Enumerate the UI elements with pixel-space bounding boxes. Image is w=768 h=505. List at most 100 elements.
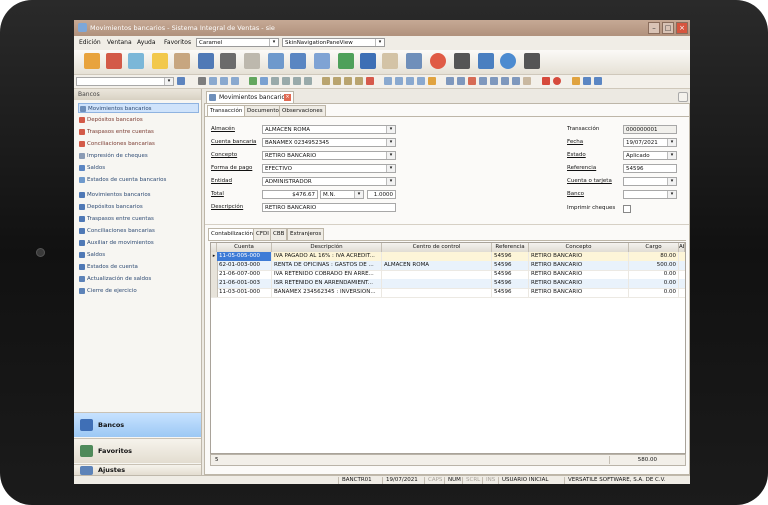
table-cell[interactable]: 54596 [492,270,529,279]
sort-icon[interactable] [457,77,465,85]
calculator-icon[interactable] [382,53,398,69]
column-header[interactable]: Concepto [529,243,629,252]
filter-icon[interactable] [446,77,454,85]
table-cell[interactable]: 11-05-005-000 [217,252,272,261]
copy2-icon[interactable] [406,77,414,85]
sidebar-item[interactable]: Movimientos bancarios [78,190,199,200]
refresh-small-icon[interactable] [220,77,228,85]
table-cell[interactable]: 54596 [492,279,529,288]
tab-extranjeros[interactable]: Extranjeros [287,228,325,240]
preview-icon[interactable] [333,77,341,85]
attach-icon[interactable] [512,77,520,85]
sidebar-item[interactable]: Traspasos entre cuentas [78,214,199,224]
sidebar-item[interactable]: Movimientos bancarios [78,103,199,113]
print-icon[interactable] [322,77,330,85]
payments-icon[interactable] [152,53,168,69]
skin-select[interactable]: SkinNavigationPaneView ▾ [282,38,385,47]
maximize-icon[interactable]: □ [662,22,674,34]
sidebar-item[interactable]: Saldos [78,163,199,173]
table-cell[interactable]: RENTA DE OFICINAS : GASTOS DE ... [272,261,382,270]
chart-icon[interactable] [490,77,498,85]
table-cell[interactable]: 11-03-001-000 [217,288,272,297]
nav-button-ajustes[interactable]: Ajustes [74,464,201,475]
balance-icon[interactable] [406,53,422,69]
menu-favoritos[interactable]: Favoritos [164,39,191,46]
cut2-icon[interactable] [395,77,403,85]
list-icon[interactable] [268,53,284,69]
power-icon[interactable] [553,77,561,85]
delete-icon[interactable] [366,77,374,85]
sidebar-item[interactable]: Traspasos entre cuentas [78,127,199,137]
undo-icon[interactable] [384,77,392,85]
column-header[interactable]: Centro de control [382,243,492,252]
group-icon[interactable] [594,77,602,85]
sidebar-item[interactable]: Cierre de ejercicio [78,286,199,296]
column-header[interactable]: Descripción [272,243,382,252]
table-cell[interactable]: 21-06-001-003 [217,279,272,288]
tools-icon[interactable] [478,53,494,69]
clock-icon[interactable] [430,53,446,69]
almacen-select[interactable]: ALMACEN ROMA ▾ [262,125,396,134]
sync-icon[interactable] [500,53,516,69]
note-icon[interactable] [501,77,509,85]
tab-contabilizacion[interactable]: Contabilización [208,228,256,240]
user-icon[interactable] [583,77,591,85]
cuenta-bancaria-select[interactable]: BANAMEX 0234952345 ▾ [262,138,396,147]
paste-icon[interactable] [304,77,312,85]
table-cell[interactable] [382,279,492,288]
table-cell[interactable]: ISR RETENIDO EN ARRENDAMIENT... [272,279,382,288]
table-cell[interactable]: IVA RETENIDO COBRADO EN ARRE... [272,270,382,279]
entidad-select[interactable]: ADMINISTRADOR ▾ [262,177,396,186]
column-header[interactable]: Abo [679,243,685,252]
column-header[interactable]: Cargo [629,243,679,252]
referencia-field[interactable]: 54596 [623,164,677,173]
table-cell[interactable]: RETIRO BANCARIO [529,261,629,270]
copy-icon[interactable] [293,77,301,85]
table-cell[interactable]: 0.00 [629,270,679,279]
export-icon[interactable] [344,77,352,85]
table-row[interactable]: 11-03-001-000 BANAMEX 234562345 : INVERSI… [211,288,685,298]
table-cell[interactable]: RETIRO BANCARIO [529,288,629,297]
cut-icon[interactable] [282,77,290,85]
sidebar-item[interactable]: Conciliaciones bancarias [78,139,199,149]
check-icon[interactable] [271,77,279,85]
panel-menu-icon[interactable] [678,92,688,102]
total-field[interactable]: $476.67 [262,190,318,199]
mobile-icon[interactable] [454,53,470,69]
nav-button-bancos[interactable]: Bancos [74,412,201,437]
grid-icon[interactable] [209,77,217,85]
sidebar-item[interactable]: Estados de cuenta bancarios [78,175,199,185]
paste2-icon[interactable] [417,77,425,85]
forma-pago-select[interactable]: EFECTIVO ▾ [262,164,396,173]
tab-cbb[interactable]: CBB [270,228,288,240]
table-cell[interactable] [382,270,492,279]
sales-report-icon[interactable] [290,53,306,69]
table-cell[interactable]: BANAMEX 234562345 : INVERSION... [272,288,382,297]
exchange-rate-field[interactable]: 1.0000 [367,190,396,199]
users-icon[interactable] [314,53,330,69]
history-icon[interactable] [468,77,476,85]
table-cell[interactable]: 500.00 [629,261,679,270]
fecha-select[interactable]: 19/07/2021 ▾ [623,138,677,147]
sidebar-item[interactable]: Impresión de cheques [78,151,199,161]
save-icon[interactable] [355,77,363,85]
add-icon[interactable] [249,77,257,85]
document-icon[interactable] [220,53,236,69]
concepto-select[interactable]: RETIRO BANCARIO ▾ [262,151,396,160]
id-card-icon[interactable] [244,53,260,69]
key-icon[interactable] [572,77,580,85]
search-icon[interactable] [177,77,185,85]
column-header[interactable]: Referencia [492,243,529,252]
table-cell[interactable]: 80.00 [629,252,679,261]
edit-icon[interactable] [260,77,268,85]
sidebar-item[interactable]: Depósitos bancarios [78,115,199,125]
list-small-icon[interactable] [231,77,239,85]
cuenta-tarjeta-select[interactable]: ▾ [623,177,677,186]
cancel-icon[interactable] [542,77,550,85]
clear-icon[interactable] [428,77,436,85]
table-cell[interactable]: RETIRO BANCARIO [529,252,629,261]
sidebar-item[interactable]: Auxiliar de movimientos [78,238,199,248]
table-cell[interactable]: 21-06-007-000 [217,270,272,279]
theme-select[interactable]: Caramel ▾ [196,38,279,47]
table-cell[interactable]: RETIRO BANCARIO [529,279,629,288]
